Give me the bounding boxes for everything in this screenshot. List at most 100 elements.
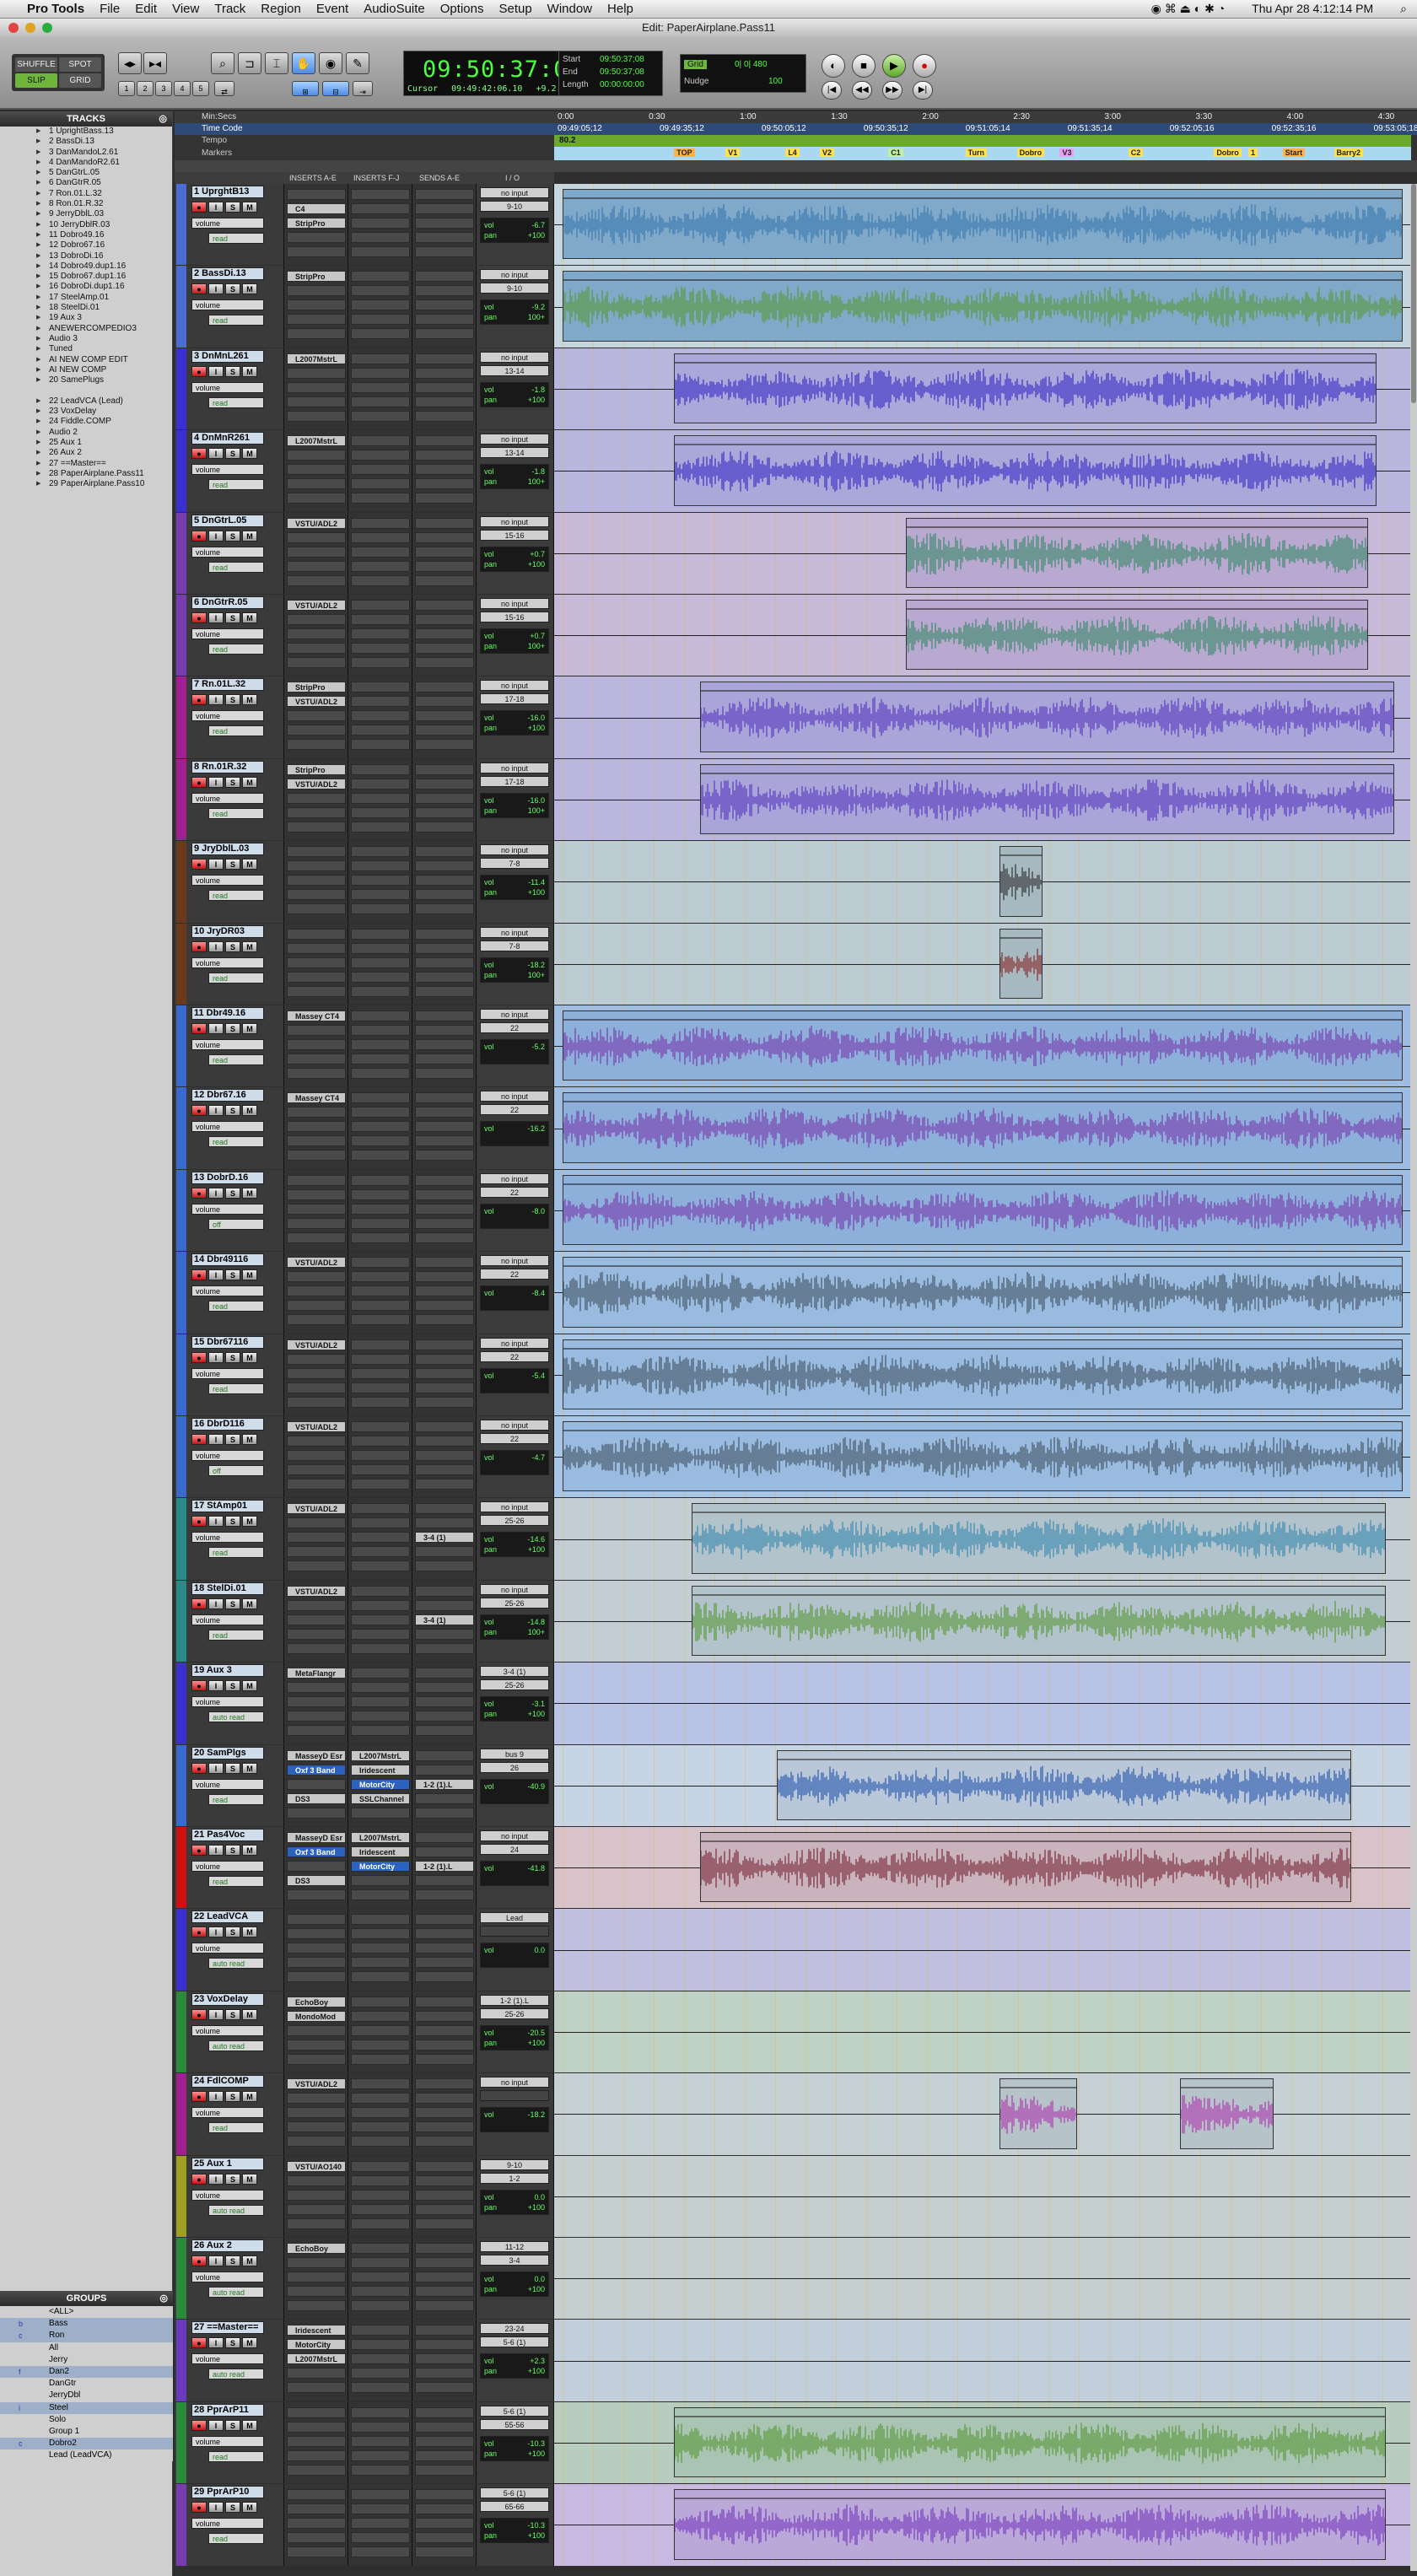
insert-slot[interactable]: MasseyD Esr	[287, 1749, 346, 1761]
insert-slot[interactable]	[287, 643, 346, 654]
zoom-out-icon[interactable]: ◂▸	[118, 52, 142, 74]
output-selector[interactable]: 5-6 (1)	[480, 2336, 549, 2348]
send-slot[interactable]	[415, 643, 474, 654]
send-slot[interactable]	[415, 942, 474, 954]
solo-button[interactable]: S	[225, 2091, 240, 2103]
track-name[interactable]: 6 DnGtrR.05	[191, 596, 264, 609]
insert-slot[interactable]	[351, 560, 410, 572]
track-lane[interactable]	[554, 2484, 1411, 2566]
nudge-label[interactable]: Nudge	[684, 77, 708, 86]
insert-slot[interactable]	[351, 1546, 410, 1558]
send-slot[interactable]	[415, 396, 474, 407]
record-enable-button[interactable]: ●	[191, 1023, 207, 1034]
record-enable-button[interactable]: ●	[191, 1105, 207, 1117]
send-slot[interactable]	[415, 1846, 474, 1857]
volume-pan-readout[interactable]: vol -3.1 pan +100	[480, 1696, 549, 1722]
send-slot[interactable]	[415, 328, 474, 340]
insert-slot[interactable]	[351, 1628, 410, 1640]
automation-mode-selector[interactable]: read	[208, 561, 264, 573]
track-list-item[interactable]: 22 LeadVCA (Lead)	[0, 396, 172, 407]
track-name[interactable]: 15 Dbr67116	[191, 1335, 264, 1349]
insert-slot[interactable]	[287, 1560, 346, 1572]
menu-help[interactable]: Help	[607, 2, 633, 16]
insert-slot[interactable]	[287, 2093, 346, 2104]
insert-slot[interactable]	[351, 985, 410, 997]
insert-slot[interactable]	[287, 2053, 346, 2065]
input-selector[interactable]: 11-12	[480, 2241, 549, 2252]
input-selector[interactable]: no input	[480, 1172, 549, 1184]
marker[interactable]: Dobro	[1016, 148, 1045, 157]
input-monitor-button[interactable]: I	[208, 448, 224, 460]
volume-pan-readout[interactable]: vol -18.2	[480, 2107, 549, 2133]
automation-mode-selector[interactable]: read	[208, 315, 264, 326]
insert-slot[interactable]	[287, 1353, 346, 1365]
input-selector[interactable]: no input	[480, 1091, 549, 1102]
track-view-selector[interactable]: volume	[191, 792, 264, 804]
rtz-button-icon[interactable]: |◀	[822, 81, 842, 100]
insert-slot[interactable]	[287, 2024, 346, 2036]
insert-slot[interactable]	[287, 2449, 346, 2461]
insert-slot[interactable]	[351, 1517, 410, 1529]
insert-slot[interactable]	[351, 1875, 410, 1886]
track-lane[interactable]	[554, 184, 1411, 266]
mute-button[interactable]: M	[242, 530, 257, 542]
solo-button[interactable]: S	[225, 1598, 240, 1609]
send-slot[interactable]	[415, 860, 474, 872]
track-list-item[interactable]: 26 Aux 2	[0, 448, 172, 458]
grid-value[interactable]: 0| 0| 480	[735, 60, 768, 69]
insert-slot[interactable]	[287, 1807, 346, 1819]
track-view-selector[interactable]: volume	[191, 875, 264, 887]
send-slot[interactable]	[415, 657, 474, 668]
output-selector[interactable]	[480, 1926, 549, 1937]
insert-slot[interactable]	[287, 2518, 346, 2530]
audio-region[interactable]	[905, 517, 1369, 588]
input-monitor-button[interactable]: I	[208, 1434, 224, 1445]
insert-slot[interactable]	[351, 682, 410, 693]
track-list-item[interactable]: 25 Aux 1	[0, 438, 172, 448]
insert-slot[interactable]	[351, 2449, 410, 2461]
volume-pan-readout[interactable]: vol -9.2 pan 100+	[480, 299, 549, 326]
input-monitor-button[interactable]: I	[208, 940, 224, 952]
audio-region[interactable]	[1179, 2078, 1274, 2149]
track-lane[interactable]	[554, 430, 1411, 512]
send-slot[interactable]	[415, 1668, 474, 1679]
mute-button[interactable]: M	[242, 2091, 257, 2103]
mute-button[interactable]: M	[242, 694, 257, 706]
send-slot[interactable]	[415, 1642, 474, 1654]
track-name[interactable]: 7 Rn.01L.32	[191, 678, 264, 692]
insert-slot[interactable]	[351, 2546, 410, 2558]
insert-slot[interactable]: EchoBoy	[287, 2243, 346, 2254]
insert-slot[interactable]	[351, 232, 410, 243]
volume-pan-readout[interactable]: vol +0.7 pan +100	[480, 546, 549, 572]
insert-slot[interactable]	[287, 1135, 346, 1147]
automation-mode-selector[interactable]: read	[208, 1301, 264, 1312]
insert-slot[interactable]	[287, 614, 346, 625]
insert-slot[interactable]	[287, 1174, 346, 1186]
track-lane[interactable]	[554, 1909, 1411, 1991]
send-slot[interactable]	[415, 1599, 474, 1611]
insert-slot[interactable]	[351, 2325, 410, 2336]
insert-slot[interactable]: VSTU/ADL2	[287, 600, 346, 611]
insert-slot[interactable]	[287, 1599, 346, 1611]
send-slot[interactable]	[415, 2382, 474, 2394]
mute-button[interactable]: M	[242, 1434, 257, 1445]
insert-slot[interactable]	[351, 328, 410, 340]
track-lane[interactable]	[554, 1416, 1411, 1498]
track-name[interactable]: 3 DnMnL261	[191, 349, 264, 363]
audio-region[interactable]	[691, 1585, 1386, 1657]
send-slot[interactable]	[415, 710, 474, 722]
insert-slot[interactable]	[287, 531, 346, 543]
insert-slot[interactable]	[287, 725, 346, 736]
group-list-item[interactable]: Jerry	[0, 2354, 173, 2366]
tracks-panel-menu-icon[interactable]: ◎	[159, 111, 167, 127]
mute-button[interactable]: M	[242, 1105, 257, 1117]
input-monitor-button[interactable]: I	[208, 530, 224, 542]
insert-slot[interactable]	[351, 1068, 410, 1079]
insert-slot[interactable]	[351, 614, 410, 625]
insert-slot[interactable]	[351, 1353, 410, 1365]
input-selector[interactable]: 1-2 (1).L	[480, 1994, 549, 2006]
track-list-item[interactable]: Audio 2	[0, 428, 172, 438]
group-list-item[interactable]: i Steel	[0, 2401, 173, 2414]
input-selector[interactable]: no input	[480, 1830, 549, 1841]
input-selector[interactable]: no input	[480, 844, 549, 856]
